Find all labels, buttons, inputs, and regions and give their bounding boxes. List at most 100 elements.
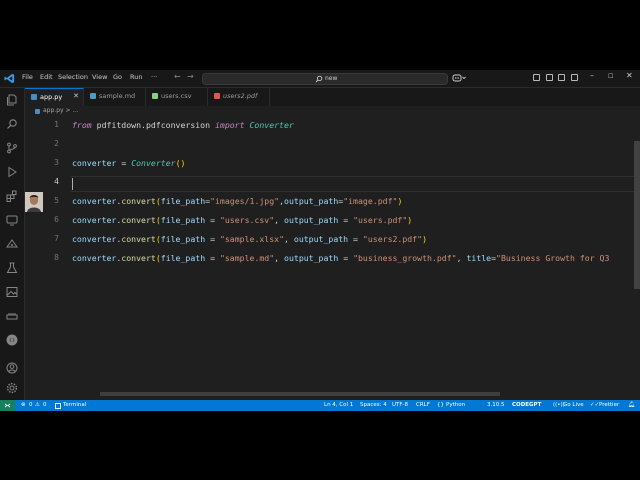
code-editor[interactable]: 1 2 3 4 5 6 7 8 from pdfitdown.pdfconver… xyxy=(25,117,640,400)
horizontal-scrollbar[interactable] xyxy=(100,392,500,396)
line-number: 6 xyxy=(54,215,59,224)
menu-view[interactable]: View xyxy=(92,73,107,81)
python-file-icon xyxy=(35,109,40,114)
prettier-button[interactable]: Prettier xyxy=(599,402,619,408)
tab-label: users.csv xyxy=(161,92,192,100)
terminal-icon xyxy=(55,402,61,409)
variable: converter xyxy=(72,158,117,168)
run-debug-icon[interactable] xyxy=(6,166,18,178)
breadcrumb: app.py > ... xyxy=(25,106,640,117)
pdf-file-icon xyxy=(214,93,220,99)
close-tab-icon[interactable]: ✕ xyxy=(73,92,79,100)
method-name: convert xyxy=(121,196,156,206)
menu-file[interactable]: File xyxy=(22,73,33,81)
python-version[interactable]: 3.10.5 xyxy=(487,402,505,408)
notifications-bell-icon[interactable]: 🔔︎ xyxy=(628,402,635,408)
remote-icon xyxy=(4,403,11,408)
terminal-button[interactable]: Terminal xyxy=(63,402,86,408)
account-icon[interactable] xyxy=(6,362,18,374)
code-line-6[interactable]: converter.convert(file_path = "users.csv… xyxy=(72,215,412,225)
param-name: output_path xyxy=(293,234,349,244)
search-view-icon[interactable] xyxy=(6,118,18,130)
code-line-5[interactable]: converter.convert(file_path="images/1.jp… xyxy=(72,196,402,206)
docker-icon[interactable] xyxy=(6,310,18,322)
go-live-button[interactable]: Go Live xyxy=(563,402,584,408)
toggle-panel-icon[interactable] xyxy=(533,74,540,81)
maximize-icon[interactable]: ☐ xyxy=(608,73,613,80)
menu-selection[interactable]: Selection xyxy=(58,73,88,81)
code-line-8[interactable]: converter.convert(file_path = "sample.md… xyxy=(72,253,609,263)
extensions-icon[interactable] xyxy=(6,190,18,202)
variable: converter xyxy=(72,215,117,225)
braces-icon: {} xyxy=(437,402,444,408)
explorer-icon[interactable] xyxy=(6,94,18,106)
cursor-position[interactable]: Ln 4, Col 1 xyxy=(324,402,353,408)
presenter-avatar xyxy=(25,192,43,212)
tab-app-py[interactable]: app.py ✕ xyxy=(25,88,84,106)
string-literal: "users.csv" xyxy=(219,215,275,225)
testing-icon[interactable] xyxy=(6,262,18,274)
text-caret xyxy=(72,178,73,190)
menu-go[interactable]: Go xyxy=(113,73,122,81)
image-preview-icon[interactable] xyxy=(6,286,18,298)
menu-more[interactable]: ··· xyxy=(151,73,157,81)
warnings-count[interactable]: 0 xyxy=(43,402,47,408)
string-literal: "sample.md" xyxy=(219,253,275,263)
class-name: Converter xyxy=(249,120,294,130)
code-line-7[interactable]: converter.convert(file_path = "sample.xl… xyxy=(72,234,427,244)
codegpt-button[interactable]: CODEGPT xyxy=(512,402,541,408)
string-literal: "business_growth.pdf" xyxy=(353,253,457,263)
back-arrow-icon[interactable]: ← xyxy=(174,72,181,81)
remote-explorer-icon[interactable] xyxy=(6,214,18,226)
line-ending[interactable]: CRLF xyxy=(416,402,430,408)
line-number: 3 xyxy=(54,158,59,167)
language-mode[interactable]: Python xyxy=(446,402,465,408)
tab-users2-pdf[interactable]: users2.pdf xyxy=(208,88,270,106)
settings-gear-icon[interactable] xyxy=(6,382,18,394)
breadcrumb-text[interactable]: app.py > ... xyxy=(43,107,78,114)
vertical-scrollbar[interactable] xyxy=(634,141,640,289)
live-share-icon[interactable] xyxy=(6,238,18,250)
source-control-icon[interactable] xyxy=(6,142,18,154)
menu-edit[interactable]: Edit xyxy=(40,73,53,81)
minimize-icon[interactable]: – xyxy=(590,71,594,80)
string-literal: "image.pdf" xyxy=(343,196,398,206)
menu-run[interactable]: Run xyxy=(130,73,142,81)
toggle-panel-bottom-icon[interactable] xyxy=(558,74,565,81)
param-name: file_path xyxy=(160,234,206,244)
string-literal: "Business Growth for Q3 xyxy=(496,253,610,263)
param-name: output_path xyxy=(284,215,339,225)
command-center-search[interactable]: new xyxy=(202,73,448,85)
markdown-file-icon xyxy=(90,93,96,99)
variable: converter xyxy=(72,196,117,206)
search-icon xyxy=(315,75,323,83)
param-name: output_path xyxy=(284,253,339,263)
param-name: file_path xyxy=(160,196,206,206)
method-name: convert xyxy=(121,253,156,263)
person-icon xyxy=(25,192,43,212)
class-name: Converter xyxy=(131,158,176,168)
tab-users-csv[interactable]: users.csv xyxy=(146,88,208,106)
tab-label: sample.md xyxy=(99,92,136,100)
database-icon[interactable]: {} xyxy=(6,334,18,346)
copilot-icon[interactable] xyxy=(452,73,466,83)
tab-sample-md[interactable]: sample.md xyxy=(84,88,146,106)
search-text: new xyxy=(325,75,338,82)
errors-count[interactable]: 0 xyxy=(29,402,33,408)
code-line-3[interactable]: converter = Converter() xyxy=(72,158,185,168)
close-window-icon[interactable]: ✕ xyxy=(626,71,633,80)
code-line-1[interactable]: from pdfitdown.pdfconversion import Conv… xyxy=(72,120,294,130)
string-literal: "sample.xlsx" xyxy=(219,234,285,244)
variable: converter xyxy=(72,253,117,263)
customize-layout-icon[interactable] xyxy=(571,74,578,81)
warnings-icon: ⚠ xyxy=(35,402,40,408)
tab-label: app.py xyxy=(40,93,63,101)
indentation[interactable]: Spaces: 4 xyxy=(360,402,387,408)
param-name: output_path xyxy=(284,196,339,206)
remote-indicator[interactable] xyxy=(0,400,15,411)
toggle-sidebar-icon[interactable] xyxy=(546,74,553,81)
errors-icon: ⊗ xyxy=(21,402,26,408)
forward-arrow-icon[interactable]: → xyxy=(187,72,194,81)
encoding[interactable]: UTF-8 xyxy=(392,402,408,408)
status-bar: ⊗ 0 ⚠ 0 Terminal Ln 4, Col 1 Spaces: 4 U… xyxy=(0,400,640,411)
